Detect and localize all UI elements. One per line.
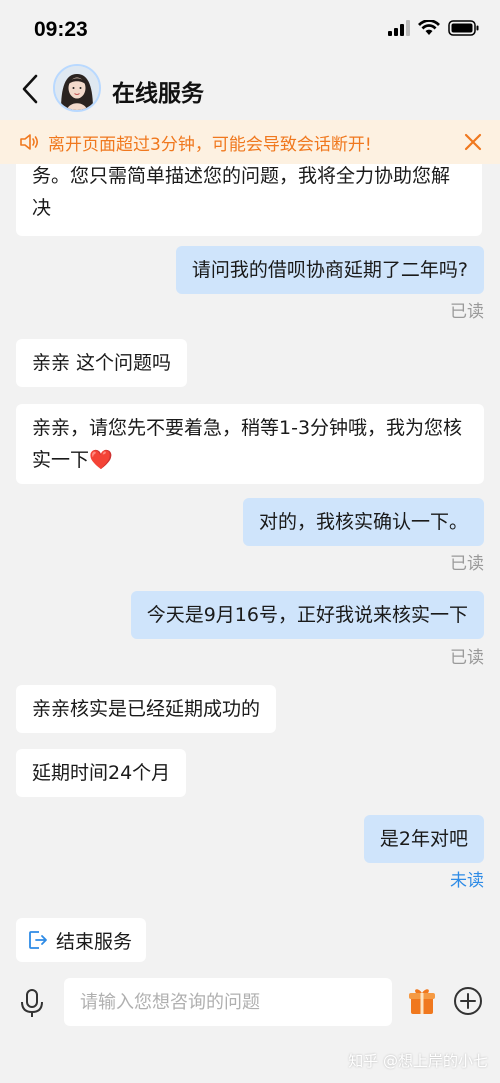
notice-text: 离开页面超过3分钟，可能会导致会话断开! xyxy=(48,134,372,155)
notice-banner: 离开页面超过3分钟，可能会导致会话断开! xyxy=(0,120,500,164)
read-status: 已读 xyxy=(450,648,484,668)
user-message: 是2年对吧 xyxy=(363,815,484,863)
battery-icon xyxy=(448,20,479,36)
wifi-icon xyxy=(418,20,440,35)
agent-message: 务。您只需简单描述您的问题，我将全力协助您解决 xyxy=(16,164,482,236)
end-service-button[interactable]: 结束服务 xyxy=(16,918,147,962)
page-title: 在线服务 xyxy=(112,81,204,107)
close-icon[interactable] xyxy=(462,131,484,153)
exit-icon xyxy=(29,931,47,949)
status-time: 09:23 xyxy=(34,18,88,41)
agent-message: 亲亲核实是已经延期成功的 xyxy=(16,685,277,733)
watermark: 知乎 @想上岸的小七 xyxy=(348,1052,488,1070)
chat-area[interactable]: 务。您只需简单描述您的问题，我将全力协助您解决 请问我的借呗协商延期了二年吗? … xyxy=(0,164,500,954)
agent-message: 亲亲，请您先不要着急，稍等1-3分钟哦，我为您核实一下❤️ xyxy=(16,404,484,484)
status-icons xyxy=(388,20,480,36)
avatar-portrait-icon xyxy=(55,66,99,110)
read-status: 已读 xyxy=(450,302,484,322)
agent-message: 亲亲 这个问题吗 xyxy=(16,339,188,387)
microphone-icon[interactable] xyxy=(18,988,46,1018)
user-message: 请问我的借呗协商延期了二年吗? xyxy=(175,246,484,294)
read-status: 已读 xyxy=(450,554,484,574)
signal-icon xyxy=(388,20,410,36)
plus-icon[interactable] xyxy=(453,986,483,1016)
message-input[interactable] xyxy=(64,978,392,1026)
user-message: 对的，我核实确认一下。 xyxy=(242,498,484,546)
read-status: 未读 xyxy=(450,871,484,891)
speaker-icon xyxy=(20,134,39,150)
user-message: 今天是9月16号，正好我说来核实一下 xyxy=(130,591,484,639)
nav-bar: 在线服务 xyxy=(0,58,500,120)
gift-icon[interactable] xyxy=(408,986,436,1016)
back-icon[interactable] xyxy=(14,72,48,106)
agent-avatar[interactable] xyxy=(53,64,101,112)
status-bar: 09:23 xyxy=(0,0,500,58)
input-bar xyxy=(0,970,500,1034)
agent-message: 延期时间24个月 xyxy=(16,749,187,797)
end-service-label: 结束服务 xyxy=(56,930,133,953)
